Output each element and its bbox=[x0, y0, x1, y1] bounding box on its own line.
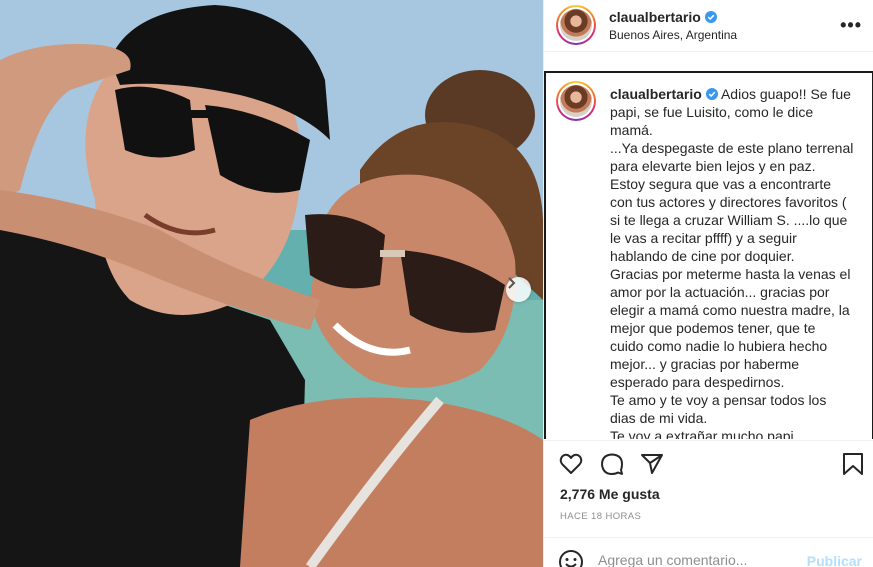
bookmark-icon[interactable] bbox=[840, 451, 866, 477]
publish-button[interactable]: Publicar bbox=[807, 553, 862, 567]
caption-line: elegir a mamá como nuestra madre, la bbox=[610, 302, 850, 318]
emoji-icon[interactable] bbox=[558, 549, 584, 567]
caption-line-text: Adios guapo!! Se fue bbox=[720, 86, 851, 102]
header-username-text[interactable]: claualbertario bbox=[609, 9, 701, 25]
avatar[interactable] bbox=[556, 5, 596, 45]
caption-line: con tus actores y directores favoritos ( bbox=[610, 194, 847, 210]
likes-count[interactable]: 2,776 Me gusta bbox=[560, 486, 660, 502]
caption-box: claualbertario Adios guapo!! Se fue papi… bbox=[544, 71, 873, 439]
chevron-right-icon bbox=[508, 277, 516, 289]
caption-line: para elevarte bien lejos y en paz. bbox=[610, 158, 816, 174]
post-timestamp[interactable]: HACE 18 HORAS bbox=[560, 511, 641, 522]
post-side-panel: claualbertario Buenos Aires, Argentina •… bbox=[543, 0, 873, 567]
photo-illustration bbox=[0, 0, 543, 567]
caption-line: Te amo y te voy a pensar todos los bbox=[610, 392, 827, 408]
comment-input[interactable] bbox=[598, 552, 798, 567]
caption-line: Gracias por meterme hasta la venas el bbox=[610, 266, 851, 282]
caption-line: esperado para despedirnos. bbox=[610, 374, 785, 390]
caption-line: ...Ya despegaste de este plano terrenal bbox=[610, 140, 854, 156]
post-location[interactable]: Buenos Aires, Argentina bbox=[609, 28, 737, 42]
caption-line: Estoy segura que vas a encontrarte bbox=[610, 176, 832, 192]
carousel-next-button[interactable] bbox=[506, 277, 531, 302]
caption-line: si te llega a cruzar William S. ....lo q… bbox=[610, 212, 848, 228]
verified-badge-icon bbox=[704, 11, 717, 23]
caption-line: cuido como nadie lo hubiera hecho bbox=[610, 338, 828, 354]
heart-icon[interactable] bbox=[558, 451, 584, 477]
caption-avatar[interactable] bbox=[556, 81, 596, 121]
caption-line: mamá. bbox=[610, 122, 653, 138]
header-username[interactable]: claualbertario bbox=[609, 9, 717, 25]
share-icon[interactable] bbox=[639, 451, 665, 477]
caption-line: dias de mi vida. bbox=[610, 410, 708, 426]
caption-line: hablando de cine por doquier. bbox=[610, 248, 795, 264]
caption-line: papi, se fue Luisito, como le dice bbox=[610, 104, 814, 120]
caption-line: Te voy a extrañar mucho papi bbox=[610, 428, 794, 439]
caption-line: le vas a recitar pffff) y a seguir bbox=[610, 230, 797, 246]
caption-line: amor por la actuación... gracias por bbox=[610, 284, 830, 300]
comment-bar: Publicar bbox=[544, 537, 873, 567]
more-options-icon[interactable]: ••• bbox=[840, 15, 862, 36]
caption-line: mejor que podemos tener, que te bbox=[610, 320, 816, 336]
post-actions bbox=[544, 440, 873, 486]
caption-text: claualbertario Adios guapo!! Se fue papi… bbox=[610, 85, 862, 439]
caption-line: mejor... y gracias por haberme bbox=[610, 356, 800, 372]
verified-badge-icon bbox=[705, 88, 718, 100]
post-photo[interactable] bbox=[0, 0, 543, 567]
comment-icon[interactable] bbox=[599, 451, 625, 477]
caption-line: claualbertario Adios guapo!! Se fue bbox=[610, 85, 862, 103]
caption-username[interactable]: claualbertario bbox=[610, 86, 702, 102]
post-header: claualbertario Buenos Aires, Argentina •… bbox=[544, 0, 873, 52]
